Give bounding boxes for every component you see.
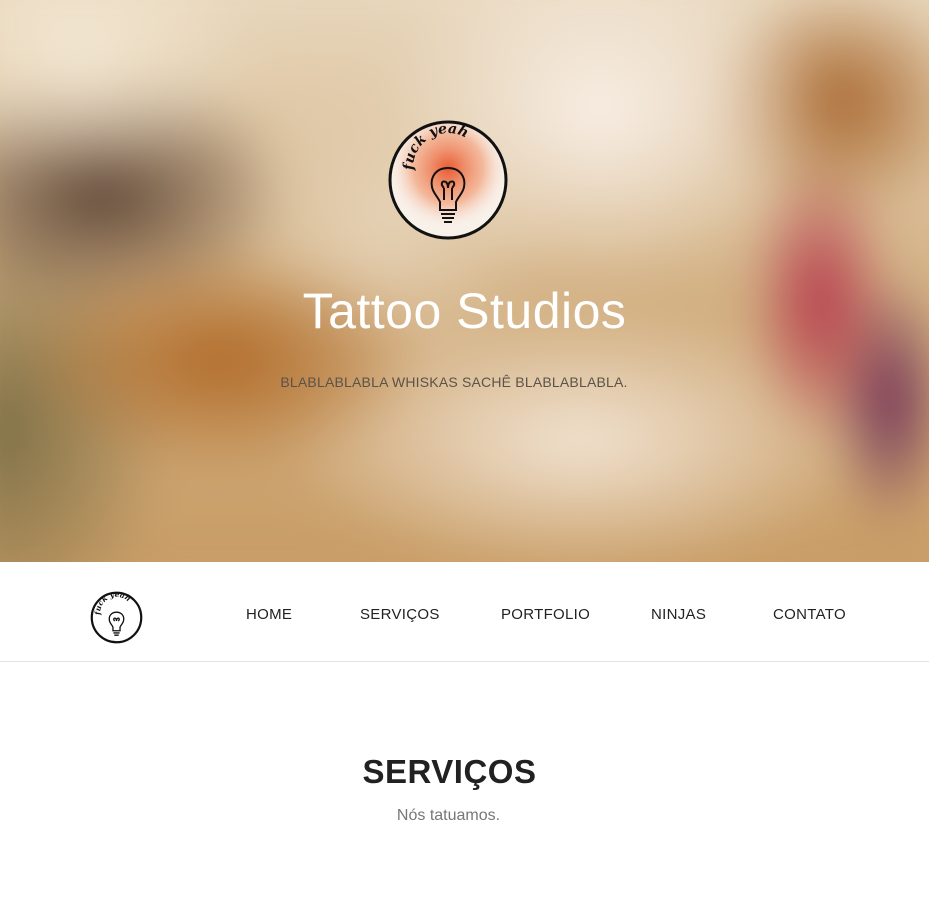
hero-subtitle: BLABLABLABLA WHISKAS SACHÊ BLABLABLABLA. — [280, 374, 628, 390]
hero-section: fuck yeah Tattoo Studios BLABLABLABLA WH… — [0, 0, 929, 562]
nav-item-contato[interactable]: CONTATO — [773, 605, 846, 625]
nav-item-home[interactable]: HOME — [246, 605, 292, 625]
hero-title: Tattoo Studios — [302, 283, 627, 339]
hero-logo: fuck yeah — [388, 120, 508, 240]
nav-item-ninjas[interactable]: NINJAS — [651, 605, 706, 625]
main-navbar: fuck yeah HOME SERVIÇOS PORTFOLIO NINJAS… — [0, 562, 929, 662]
services-title: SERVIÇOS — [362, 753, 537, 790]
nav-item-servicos[interactable]: SERVIÇOS — [360, 605, 440, 625]
services-subtitle: Nós tatuamos. — [396, 807, 501, 824]
nav-logo[interactable]: fuck yeah — [90, 591, 143, 644]
nav-item-portfolio[interactable]: PORTFOLIO — [501, 605, 590, 625]
